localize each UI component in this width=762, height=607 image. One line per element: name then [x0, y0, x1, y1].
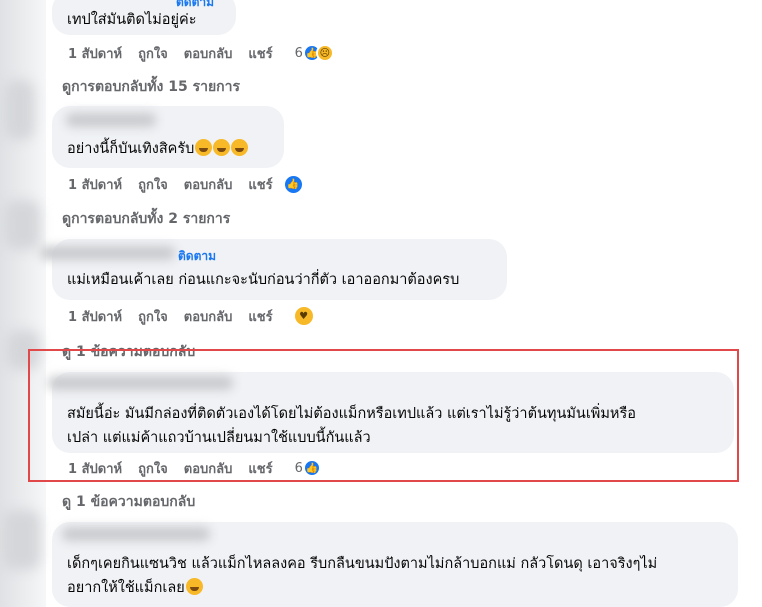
comment-actions: 1 สัปดาห์ ถูกใจ ตอบกลับ แชร์ 6 👍 ☹	[68, 42, 334, 64]
view-replies-link[interactable]: ดูการตอบกลับทั้ง 2 รายการ	[62, 208, 230, 230]
follow-link[interactable]: ติดตาม	[178, 247, 216, 266]
reactions-summary[interactable]: 6 👍 ☹	[295, 44, 334, 62]
comment-text-content: อยากให้ใช้แม็กเลย	[67, 580, 185, 596]
laughing-icon	[195, 139, 213, 156]
comment-text-line-1: เด็กๆเคยกินแซนวิช แล้วแม็กไหลลงคอ รีบกลื…	[67, 556, 658, 572]
blurred-avatar	[2, 510, 40, 570]
like-button[interactable]: ถูกใจ	[138, 306, 168, 327]
comment-text: อย่างนี้ก็บันเทิงสิครับ	[67, 137, 249, 161]
comment-time[interactable]: 1 สัปดาห์	[68, 306, 122, 327]
reply-button[interactable]: ตอบกลับ	[184, 174, 233, 195]
pleading-face-icon	[185, 578, 203, 595]
author-name-blurred	[62, 527, 210, 541]
author-name-blurred	[40, 246, 175, 260]
blurred-avatar	[4, 200, 40, 250]
like-icon[interactable]: 👍	[282, 173, 304, 195]
comment-text: เทปใส่มันติดไม่อยู่ค่ะ	[67, 12, 197, 28]
sad-icon: ☹	[315, 44, 334, 62]
like-button[interactable]: ถูกใจ	[138, 174, 168, 195]
comment-actions: 1 สัปดาห์ ถูกใจ ตอบกลับ แชร์ ♥	[68, 305, 315, 327]
like-button[interactable]: ถูกใจ	[138, 43, 168, 64]
laughing-icon	[231, 139, 249, 156]
rofl-icon	[213, 139, 231, 156]
blurred-avatar	[4, 80, 34, 140]
author-name-blurred	[66, 113, 156, 127]
comment-time[interactable]: 1 สัปดาห์	[68, 43, 122, 64]
care-icon[interactable]: ♥	[292, 305, 315, 327]
comment-time[interactable]: 1 สัปดาห์	[68, 174, 122, 195]
view-replies-link[interactable]: ดูการตอบกลับทั้ง 15 รายการ	[62, 76, 240, 98]
reply-button[interactable]: ตอบกลับ	[184, 306, 233, 327]
reply-button[interactable]: ตอบกลับ	[184, 43, 233, 64]
reactions-count: 6	[294, 45, 303, 61]
comment-text-content: อย่างนี้ก็บันเทิงสิครับ	[67, 141, 195, 157]
share-button[interactable]: แชร์	[248, 174, 272, 195]
share-button[interactable]: แชร์	[248, 306, 272, 327]
view-replies-link[interactable]: ดู 1 ข้อความตอบกลับ	[62, 491, 195, 513]
comment-actions: 1 สัปดาห์ ถูกใจ ตอบกลับ แชร์ 👍	[68, 173, 304, 195]
comment-text-line-2: อยากให้ใช้แม็กเลย	[67, 576, 203, 600]
share-button[interactable]: แชร์	[248, 43, 272, 64]
highlight-box	[28, 349, 739, 482]
comment-text: แม่เหมือนเค้าเลย ก่อนแกะจะนับก่อนว่ากี่ต…	[67, 272, 460, 288]
